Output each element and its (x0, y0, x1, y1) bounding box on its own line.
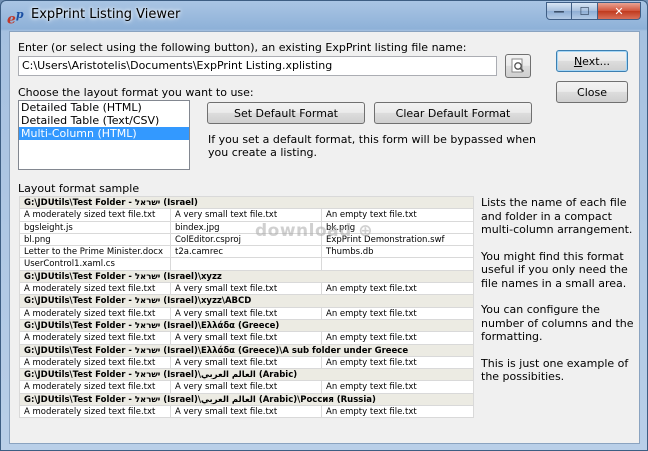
sample-file-row: A moderately sized text file.txt A very s… (20, 406, 473, 418)
description-paragraph: You might find this format useful if you… (481, 249, 628, 290)
sample-file-row: A moderately sized text file.txt A very s… (20, 307, 473, 320)
file-name-cell: A very small text file.txt (171, 406, 322, 417)
file-name-cell: An empty text file.txt (326, 382, 417, 393)
file-name-cell: A moderately sized text file.txt (20, 332, 171, 344)
folder-path: G:\JDUtils\Test Folder - ישראל (Israel)\… (20, 393, 473, 406)
sample-file-row: Letter to the Prime Minister.docx t2a.cam… (20, 246, 473, 259)
next-button[interactable]: Next... (556, 50, 628, 72)
close-button[interactable]: Close (556, 81, 628, 103)
folder-path: G:\JDUtils\Test Folder - ישראל (Israel)\… (20, 344, 473, 356)
file-name-cell: A very small text file.txt (171, 209, 322, 221)
format-description: Lists the name of each file and folder i… (481, 196, 639, 397)
folder-path: G:\JDUtils\Test Folder - ישראל (Israel)\… (20, 270, 473, 283)
file-name-cell: bl.png (20, 233, 171, 246)
sample-folder-header: G:\JDUtils\Test Folder - ישראל (Israel)\… (20, 295, 473, 308)
file-name-cell: bgsleight.js (20, 221, 171, 233)
maximize-button[interactable]: ☐ (572, 2, 598, 20)
sample-file-row: A moderately sized text file.txt A very s… (20, 332, 473, 345)
file-name-cell: A moderately sized text file.txt (20, 307, 171, 319)
file-name-cell (171, 258, 322, 270)
browse-button[interactable] (505, 54, 531, 78)
description-paragraph: This is just one example of the possibit… (481, 356, 629, 384)
file-name-cell: A moderately sized text file.txt (20, 406, 171, 417)
file-name-label: Enter (or select using the following but… (18, 41, 467, 54)
layout-sample-preview: G:\JDUtils\Test Folder - ישראל (Israel) A… (19, 196, 474, 418)
file-name-cell: UserControl1.xaml.cs (20, 258, 171, 270)
clear-default-format-button[interactable]: Clear Default Format (374, 102, 532, 124)
sample-folder-header: G:\JDUtils\Test Folder - ישראל (Israel)\… (20, 344, 473, 357)
folder-path: G:\JDUtils\Test Folder - ישראל (Israel)\… (20, 319, 473, 332)
sample-file-row: bl.png ColEditor.csproj ExpPrint Demonstra… (20, 233, 473, 247)
default-format-note: If you set a default format, this form w… (208, 133, 537, 159)
layout-sample-label: Layout format sample (18, 182, 140, 195)
browse-magnifier-icon (511, 58, 525, 73)
file-name-cell: A very small text file.txt (171, 332, 322, 344)
file-name-cell: An empty text file.txt (326, 308, 417, 319)
file-name-cell (322, 258, 473, 269)
title-bar[interactable]: ep ExpPrint Listing Viewer — ☐ ✕ (1, 1, 647, 29)
file-name-cell: ColEditor.csproj (171, 233, 322, 246)
folder-path: G:\JDUtils\Test Folder - ישראל (Israel) (20, 197, 473, 209)
description-paragraph: You can configure the number of columns … (481, 303, 634, 343)
file-name-cell: Letter to the Prime Minister.docx (20, 246, 171, 258)
format-item-detailed-table-text[interactable]: Detailed Table (Text/CSV) (19, 114, 189, 127)
sample-folder-header: G:\JDUtils\Test Folder - ישראל (Israel)\… (20, 270, 473, 284)
file-name-cell: A moderately sized text file.txt (20, 356, 171, 369)
file-name-cell: A moderately sized text file.txt (20, 381, 171, 393)
file-name-cell: ExpPrint Demonstration.swf (326, 234, 445, 245)
file-name-cell: Thumbs.db (326, 247, 374, 258)
file-name-cell: bindex.jpg (171, 221, 322, 233)
description-paragraph: Lists the name of each file and folder i… (481, 196, 633, 236)
file-name-cell: An empty text file.txt (326, 333, 417, 344)
dialog-client-area: Enter (or select using the following but… (9, 31, 640, 444)
format-item-detailed-table-html[interactable]: Detailed Table (HTML) (19, 101, 189, 114)
set-default-format-button[interactable]: Set Default Format (207, 102, 365, 124)
folder-path: G:\JDUtils\Test Folder - ישראל (Israel)\… (20, 369, 473, 381)
file-name-cell: An empty text file.txt (326, 357, 417, 368)
file-name-cell: An empty text file.txt (326, 210, 417, 221)
format-label: Choose the layout format you want to use… (18, 86, 254, 99)
folder-path: G:\JDUtils\Test Folder - ישראל (Israel)\… (20, 295, 473, 307)
file-name-cell: A moderately sized text file.txt (20, 283, 171, 295)
sample-folder-header: G:\JDUtils\Test Folder - ישראל (Israel) (20, 197, 473, 210)
format-listbox[interactable]: Detailed Table (HTML) Detailed Table (Te… (18, 100, 190, 170)
sample-folder-header: G:\JDUtils\Test Folder - ישראל (Israel)\… (20, 369, 473, 382)
sample-file-row: UserControl1.xaml.cs (20, 258, 473, 271)
file-name-cell: A moderately sized text file.txt (20, 209, 171, 221)
sample-folder-header: G:\JDUtils\Test Folder - ישראל (Israel)\… (20, 319, 473, 333)
file-name-cell: An empty text file.txt (326, 284, 417, 295)
file-name-cell: A very small text file.txt (171, 307, 322, 319)
sample-file-row: A moderately sized text file.txt A very s… (20, 283, 473, 296)
caption-buttons: — ☐ ✕ (546, 2, 641, 20)
close-window-button[interactable]: ✕ (598, 2, 641, 20)
minimize-button[interactable]: — (546, 2, 572, 20)
sample-folder-header: G:\JDUtils\Test Folder - ישראל (Israel)\… (20, 393, 473, 407)
format-item-multi-column[interactable]: Multi-Column (HTML) (19, 127, 189, 140)
file-name-cell: A very small text file.txt (171, 381, 322, 393)
file-name-cell: bk.png (326, 222, 356, 233)
sample-file-row: A moderately sized text file.txt A very s… (20, 209, 473, 222)
file-name-cell: A very small text file.txt (171, 356, 322, 369)
sample-file-row: A moderately sized text file.txt A very s… (20, 381, 473, 394)
next-button-mnemonic: N (573, 54, 583, 68)
next-button-label: ext... (582, 54, 611, 68)
file-name-cell: An empty text file.txt (326, 407, 417, 418)
file-name-cell: A very small text file.txt (171, 283, 322, 295)
sample-file-row: A moderately sized text file.txt A very s… (20, 356, 473, 370)
window-title: ExpPrint Listing Viewer (31, 7, 181, 22)
app-icon: ep (7, 8, 24, 28)
file-path-input[interactable]: C:\Users\Aristotelis\Documents\ExpPrint … (18, 56, 497, 76)
main-window: ep ExpPrint Listing Viewer — ☐ ✕ Enter (… (0, 0, 648, 451)
sample-file-row: bgsleight.js bindex.jpg bk.png (20, 221, 473, 234)
file-name-cell: t2a.camrec (171, 246, 322, 258)
